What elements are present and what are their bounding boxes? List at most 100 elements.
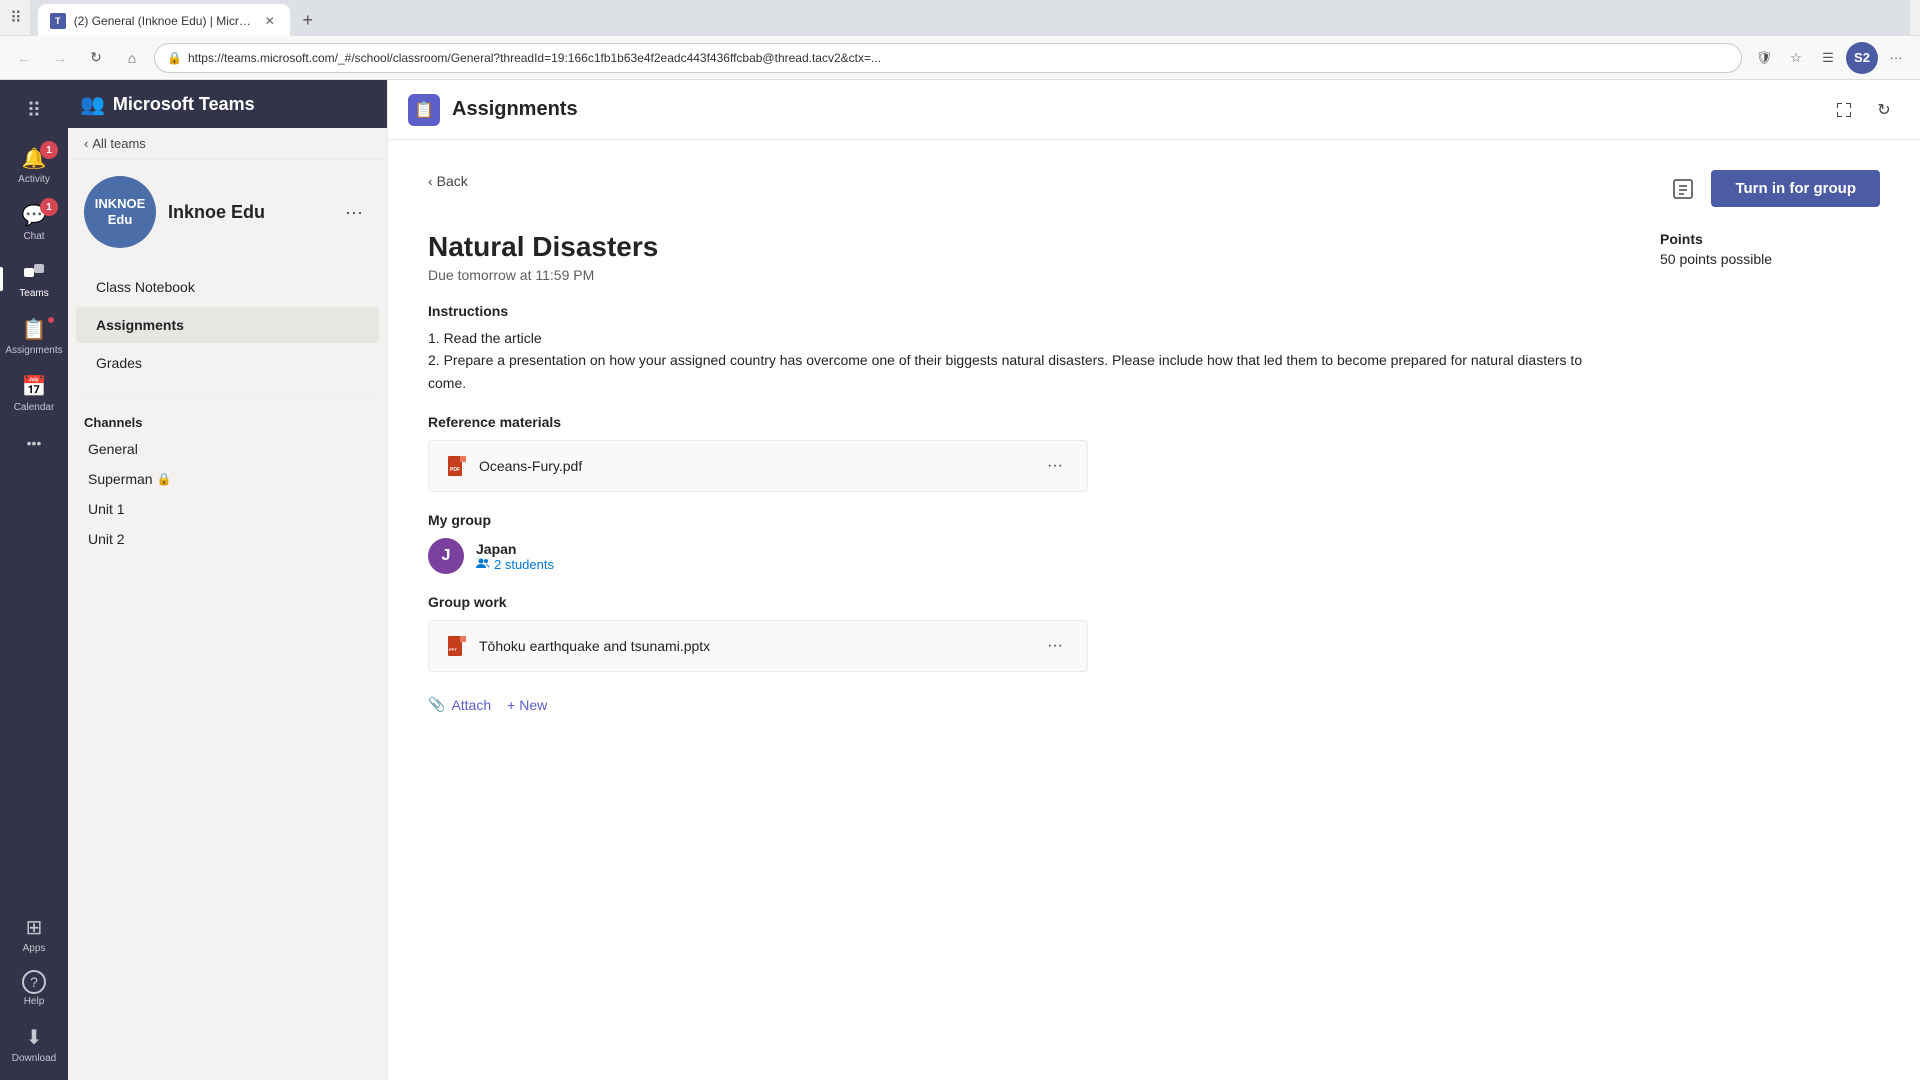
channel-superman[interactable]: Superman 🔒 <box>68 464 387 494</box>
forward-nav-button[interactable]: → <box>46 44 74 72</box>
tab-title: (2) General (Inknoe Edu) | Micros... <box>74 14 254 28</box>
points-label: Points <box>1660 231 1880 247</box>
sidebar-item-grid[interactable]: ⠿ <box>0 88 68 132</box>
sidebar-item-activity[interactable]: 1 🔔 Activity <box>0 136 68 193</box>
profile-button[interactable]: S2 <box>1846 42 1878 74</box>
instructions-text: 1. Read the article 2. Prepare a present… <box>428 327 1620 394</box>
assignment-left: Natural Disasters Due tomorrow at 11:59 … <box>428 231 1620 717</box>
points-value: 50 points possible <box>1660 251 1880 267</box>
team-more-button[interactable]: ··· <box>337 198 371 227</box>
attach-button[interactable]: 📎 Attach <box>428 692 491 717</box>
active-tab[interactable]: T (2) General (Inknoe Edu) | Micros... ✕ <box>38 4 290 38</box>
group-card: J Japan 2 students <box>428 538 1620 574</box>
nav-grades[interactable]: Grades <box>76 345 379 381</box>
help-icon: ? <box>22 970 46 994</box>
group-info: Japan 2 students <box>476 541 554 572</box>
left-panel-header: 👥 Microsoft Teams <box>68 80 387 128</box>
channel-unit2-label: Unit 2 <box>88 531 125 547</box>
browser-more-icon[interactable]: ··· <box>1882 44 1910 72</box>
channel-superman-label: Superman <box>88 471 153 487</box>
left-panel: 👥 Microsoft Teams ‹ All teams INKNOE Edu… <box>68 80 388 1080</box>
main-header-title: Assignments <box>452 98 578 121</box>
expand-icon[interactable] <box>1828 94 1860 126</box>
back-nav-button[interactable]: ← <box>10 44 38 72</box>
sidebar-item-more[interactable]: ••• <box>0 421 68 465</box>
turn-in-button[interactable]: Turn in for group <box>1711 170 1880 207</box>
assignment-right: Points 50 points possible <box>1660 231 1880 717</box>
icon-sidebar: ⠿ 1 🔔 Activity 1 💬 Chat Teams 📋 Assign <box>0 80 68 1080</box>
tab-close-icon[interactable]: ✕ <box>262 13 278 29</box>
instructions-label: Instructions <box>428 303 1620 319</box>
attach-icon: 📎 <box>428 696 445 713</box>
teams-header-icon: 👥 <box>80 92 105 117</box>
main-header-actions: ↻ <box>1828 94 1900 126</box>
group-file-name: Tōhoku earthquake and tsunami.pptx <box>479 638 1029 654</box>
sidebar-item-help[interactable]: ? Help <box>0 962 68 1015</box>
group-name: Japan <box>476 541 554 557</box>
channel-general-label: General <box>88 441 138 457</box>
new-tab-button[interactable]: + <box>294 7 322 35</box>
team-nav: Class Notebook Assignments Grades <box>68 264 387 386</box>
detail-top-row: ‹ Back Turn in for group <box>428 170 1880 207</box>
back-label: Back <box>437 173 468 189</box>
channel-unit2[interactable]: Unit 2 <box>68 524 387 554</box>
sidebar-item-apps[interactable]: ⊞ Apps <box>0 905 68 962</box>
ref-materials-label: Reference materials <box>428 414 1620 430</box>
back-chevron-icon: ‹ <box>84 136 88 151</box>
reference-file-more-button[interactable]: ··· <box>1039 453 1071 479</box>
channels-section: Channels General Superman 🔒 Unit 1 Unit … <box>68 403 387 554</box>
sidebar-teams-label: Teams <box>19 288 48 299</box>
sidebar-item-assignments[interactable]: 📋 Assignments <box>0 307 68 364</box>
back-arrow-icon: ‹ <box>428 173 433 189</box>
calendar-icon: 📅 <box>20 372 48 400</box>
apps-icon: ⊞ <box>20 913 48 941</box>
bookmark-icon[interactable]: ☆ <box>1782 44 1810 72</box>
channel-general[interactable]: General <box>68 434 387 464</box>
sidebar-item-teams[interactable]: Teams <box>0 250 68 307</box>
nav-assignments[interactable]: Assignments <box>76 307 379 343</box>
reference-file-card: PDF Oceans-Fury.pdf ··· <box>428 440 1088 492</box>
team-avatar: INKNOE Edu <box>84 176 156 248</box>
lock-icon: 🔒 <box>167 51 182 65</box>
assignment-detail: ‹ Back Turn in for group <box>388 140 1920 1080</box>
pdf-file-icon: PDF <box>445 454 469 478</box>
collections-icon[interactable]: ☰ <box>1814 44 1842 72</box>
sidebar-item-download[interactable]: ⬇ Download <box>0 1015 68 1072</box>
browser-grid-icon[interactable]: ⠿ <box>10 8 22 28</box>
sidebar-apps-label: Apps <box>23 943 46 954</box>
assignments-icon: 📋 <box>20 315 48 343</box>
group-file-card: PPT Tōhoku earthquake and tsunami.pptx ·… <box>428 620 1088 672</box>
refresh-icon[interactable]: ↻ <box>1868 94 1900 126</box>
back-link[interactable]: ‹ Back <box>428 173 468 189</box>
sidebar-activity-label: Activity <box>18 174 50 185</box>
svg-text:PDF: PDF <box>450 467 460 473</box>
home-button[interactable]: ⌂ <box>118 44 146 72</box>
group-work-label: Group work <box>428 594 1620 610</box>
channel-unit1[interactable]: Unit 1 <box>68 494 387 524</box>
new-label: + New <box>507 697 547 713</box>
reload-button[interactable]: ↻ <box>82 44 110 72</box>
new-button[interactable]: + New <box>507 692 547 717</box>
lock-icon: 🔒 <box>157 472 172 486</box>
team-info: INKNOE Edu Inknoe Edu ··· <box>68 160 387 264</box>
sidebar-item-chat[interactable]: 1 💬 Chat <box>0 193 68 250</box>
rubric-icon[interactable] <box>1667 173 1699 205</box>
assignments-app-icon: 📋 <box>408 94 440 126</box>
assignment-due: Due tomorrow at 11:59 PM <box>428 267 1620 283</box>
svg-text:PPT: PPT <box>449 647 457 652</box>
group-students: 2 students <box>476 557 554 572</box>
teams-icon <box>20 258 48 286</box>
sidebar-item-calendar[interactable]: 📅 Calendar <box>0 364 68 421</box>
browser-extension-icon[interactable]: 🛡 <box>1750 44 1778 72</box>
sidebar-chat-label: Chat <box>23 231 44 242</box>
all-teams-back[interactable]: ‹ All teams <box>68 128 387 160</box>
sidebar-calendar-label: Calendar <box>14 402 55 413</box>
download-icon: ⬇ <box>20 1023 48 1051</box>
all-teams-label: All teams <box>92 136 145 151</box>
more-icon: ••• <box>20 429 48 457</box>
group-file-more-button[interactable]: ··· <box>1039 633 1071 659</box>
my-group-label: My group <box>428 512 1620 528</box>
nav-class-notebook[interactable]: Class Notebook <box>76 269 379 305</box>
address-bar[interactable]: 🔒 https://teams.microsoft.com/_#/school/… <box>154 43 1742 73</box>
sidebar-help-label: Help <box>24 996 45 1007</box>
